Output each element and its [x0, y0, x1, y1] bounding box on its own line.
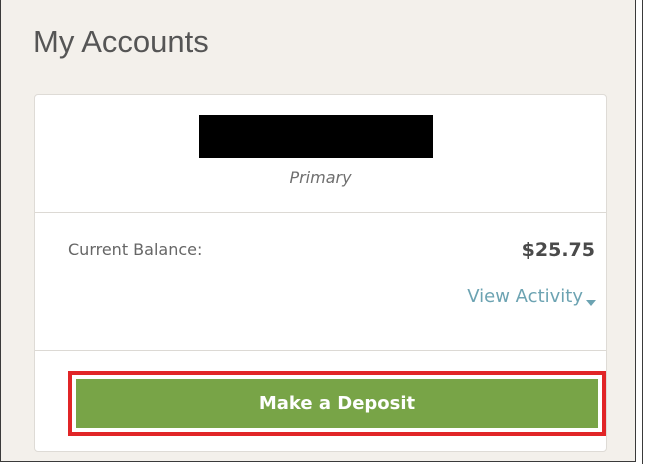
- account-card: Primary Current Balance: $25.75 View Act…: [34, 94, 607, 452]
- window-edge-line: [642, 0, 643, 464]
- view-activity-label: View Activity: [467, 286, 583, 307]
- card-divider-top: [35, 212, 606, 213]
- account-name-redaction: [199, 115, 433, 158]
- card-divider-bottom: [35, 350, 606, 351]
- current-balance-value: $25.75: [521, 239, 595, 261]
- accounts-panel: My Accounts Primary Current Balance: $25…: [0, 0, 636, 462]
- view-activity-link[interactable]: View Activity: [467, 286, 596, 308]
- current-balance-label: Current Balance:: [68, 240, 203, 259]
- page-title: My Accounts: [33, 24, 209, 59]
- make-deposit-button[interactable]: Make a Deposit: [76, 379, 598, 428]
- account-type-label: Primary: [289, 168, 352, 187]
- caret-down-icon: [586, 292, 596, 306]
- deposit-highlight-outline: Make a Deposit: [68, 371, 606, 436]
